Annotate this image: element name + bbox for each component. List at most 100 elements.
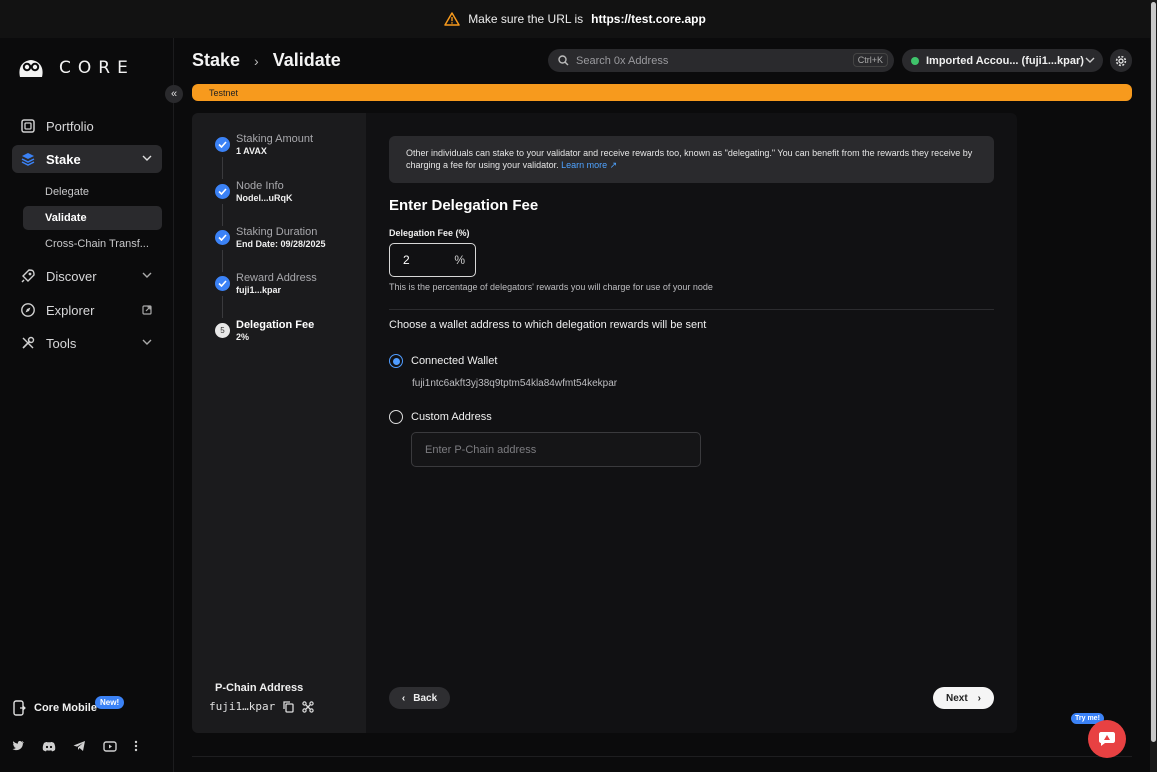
banner-text: Make sure the URL is: [468, 12, 584, 26]
warning-icon: [444, 12, 460, 26]
form-heading: Enter Delegation Fee: [389, 197, 539, 214]
search-shortcut: Ctrl+K: [852, 53, 888, 67]
next-button[interactable]: Next ›: [933, 687, 994, 709]
steps-panel: [192, 113, 366, 733]
search-bar[interactable]: Search 0x Address Ctrl+K: [548, 49, 894, 72]
step-connector: [222, 296, 223, 318]
sidebar-item-stake[interactable]: Stake: [12, 145, 162, 173]
step-title: Node Info: [236, 180, 284, 192]
sidebar-subitem-validate[interactable]: Validate: [23, 206, 162, 230]
chevron-down-icon: [1085, 57, 1095, 63]
step-reward-address[interactable]: Reward Address fuji1...kpar: [215, 272, 317, 295]
step-value: 1 AVAX: [236, 146, 267, 156]
sidebar-item-portfolio[interactable]: Portfolio: [12, 112, 162, 140]
owl-logo-icon: [19, 60, 43, 77]
portfolio-icon: [21, 119, 35, 133]
step-value: fuji1...kpar: [236, 285, 282, 295]
core-mobile-label: Core Mobile: [34, 702, 97, 714]
step-value: End Date: 09/28/2025: [236, 239, 326, 249]
radio-label: Connected Wallet: [411, 355, 498, 367]
core-mobile-link[interactable]: Core Mobile: [12, 700, 97, 716]
radio-button-selected[interactable]: [389, 354, 403, 368]
chevron-down-icon: [142, 155, 152, 161]
rocket-icon: [21, 269, 35, 283]
mobile-phone-icon: [13, 700, 26, 716]
sidebar-item-label: Portfolio: [46, 118, 94, 134]
account-name: Imported Accou... (fuji1...kpar): [926, 54, 1084, 67]
discord-icon[interactable]: [42, 741, 56, 752]
step-number: 5: [215, 323, 230, 338]
back-label: Back: [413, 692, 438, 704]
check-icon: [215, 137, 230, 152]
step-delegation-fee: 5 Delegation Fee 2%: [215, 319, 314, 342]
sidebar-item-label: Explorer: [46, 302, 95, 318]
breadcrumb-validate: Validate: [272, 50, 341, 70]
fee-value: 2: [403, 253, 410, 267]
search-placeholder: Search 0x Address: [576, 54, 669, 67]
custom-address-input[interactable]: [411, 432, 701, 467]
radio-connected-wallet[interactable]: Connected Wallet: [389, 354, 497, 368]
step-value: 2%: [236, 332, 250, 342]
step-connector: [222, 157, 223, 179]
collapse-sidebar-button[interactable]: «: [165, 85, 183, 103]
search-icon: [558, 55, 569, 66]
social-links: [12, 740, 138, 752]
core-logo[interactable]: CORE: [17, 57, 135, 79]
fee-field-label: Delegation Fee (%): [389, 228, 470, 238]
external-link-icon: [142, 305, 152, 315]
radio-button[interactable]: [389, 410, 403, 424]
step-title: Staking Duration: [236, 226, 318, 238]
new-badge: New!: [95, 696, 125, 709]
sidebar-item-label: Discover: [46, 268, 97, 284]
settings-button[interactable]: [1110, 49, 1132, 72]
next-label: Next: [945, 692, 968, 704]
sidebar-item-tools[interactable]: Tools: [12, 329, 162, 357]
step-staking-amount[interactable]: Staking Amount 1 AVAX: [215, 133, 313, 156]
fee-unit: %: [454, 253, 465, 267]
account-selector[interactable]: Imported Accou... (fuji1...kpar): [902, 49, 1103, 72]
sidebar-item-label: Tools: [46, 335, 77, 351]
sidebar-item-explorer[interactable]: Explorer: [12, 296, 162, 324]
info-text: Other individuals can stake to your vali…: [406, 148, 973, 170]
twitter-icon[interactable]: [12, 740, 25, 752]
learn-more-link[interactable]: Learn more ↗: [561, 160, 617, 170]
copy-icon[interactable]: [283, 700, 294, 713]
chat-assistant-button[interactable]: [1088, 720, 1126, 758]
step-staking-duration[interactable]: Staking Duration End Date: 09/28/2025: [215, 226, 326, 249]
footer-divider: [192, 756, 1132, 757]
pchain-address-value: fuji1…kpar: [209, 700, 276, 713]
delegation-fee-input[interactable]: 2 %: [389, 243, 476, 277]
testnet-banner: Testnet: [192, 84, 1132, 101]
sidebar-subitem-cross-chain[interactable]: Cross-Chain Transf...: [23, 232, 162, 256]
youtube-icon[interactable]: [103, 740, 117, 752]
more-vertical-icon[interactable]: [134, 740, 138, 752]
sidebar-subitem-delegate[interactable]: Delegate: [23, 180, 162, 204]
step-title: Staking Amount: [236, 133, 314, 145]
fee-helper-text: This is the percentage of delegators' re…: [389, 282, 713, 292]
gear-icon: [1115, 55, 1127, 66]
radio-custom-address[interactable]: Custom Address: [389, 410, 492, 424]
check-icon: [215, 276, 230, 291]
back-button[interactable]: ‹ Back: [389, 687, 450, 709]
chevron-down-icon: [142, 339, 152, 345]
breadcrumb-stake[interactable]: Stake: [192, 50, 240, 71]
page-scrollbar[interactable]: [1150, 0, 1157, 772]
chevron-down-icon: [142, 272, 152, 278]
brand-name: CORE: [59, 58, 135, 78]
check-icon: [215, 230, 230, 245]
chevron-right-icon: ›: [254, 52, 259, 69]
step-connector: [222, 250, 223, 272]
chat-icon: [1099, 732, 1115, 746]
sidebar-item-discover[interactable]: Discover: [12, 262, 162, 290]
qr-code-icon[interactable]: [302, 700, 314, 713]
breadcrumb: Stake › Validate: [192, 50, 341, 71]
scrollbar-thumb[interactable]: [1151, 2, 1156, 742]
step-node-info[interactable]: Node Info NodeI...uRqK: [215, 180, 293, 203]
connected-status-dot: [911, 56, 919, 65]
pchain-address: fuji1…kpar: [209, 700, 314, 713]
connected-wallet-address: fuji1ntc6akft3yj38q9tptm54kla84wfmt54kek…: [412, 378, 618, 389]
wallet-question: Choose a wallet address to which delegat…: [389, 319, 707, 331]
step-title: Delegation Fee: [236, 319, 315, 331]
telegram-icon[interactable]: [73, 740, 86, 752]
chevron-left-icon: ‹: [401, 692, 406, 704]
